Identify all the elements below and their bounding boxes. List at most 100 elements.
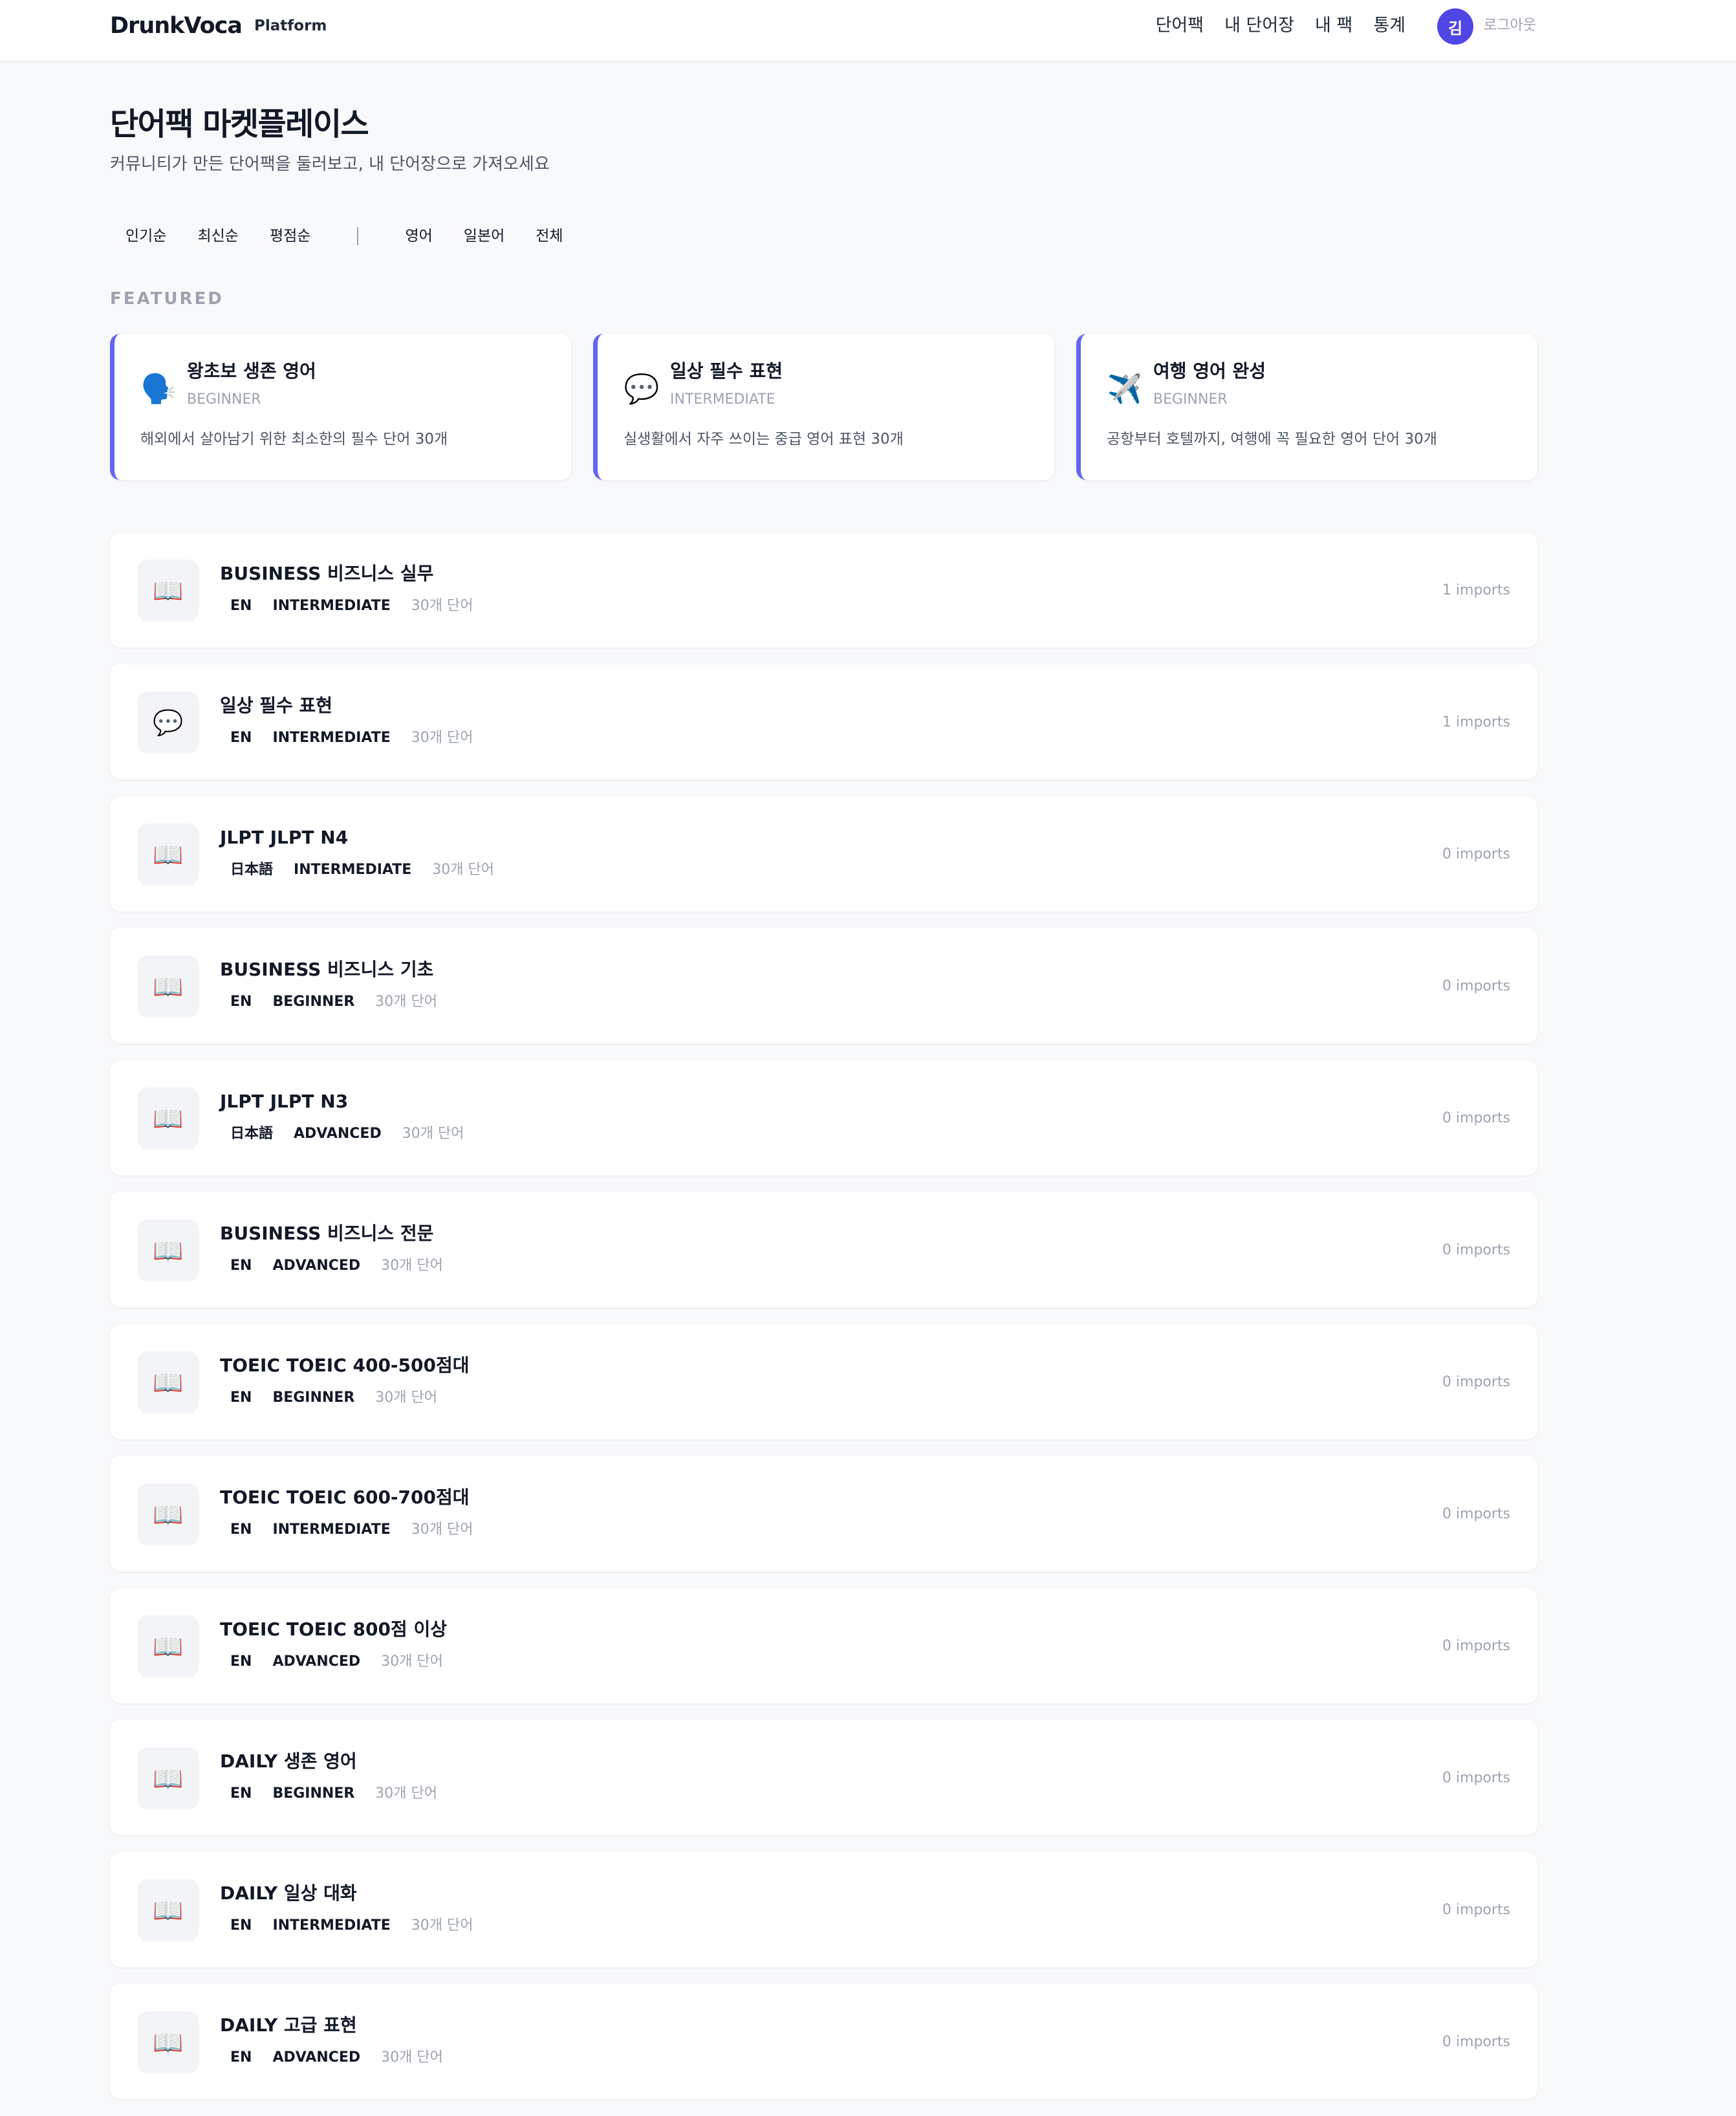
filter-divider	[357, 227, 359, 245]
pack-title: DAILY 일상 대화	[220, 1882, 357, 1904]
nav-item-packs[interactable]: 단어팩	[1156, 12, 1204, 40]
pack-meta: EN ADVANCED 30개 단어	[220, 1649, 443, 1675]
pack-title: DAILY 고급 표현	[220, 2014, 357, 2036]
pack-row[interactable]: 📖 JLPT JLPT N4 日本語 INTERMEDIATE 30개 단어 0…	[110, 796, 1537, 911]
pack-meta: EN INTERMEDIATE 30개 단어	[220, 1913, 473, 1939]
pack-import-count: 1 imports	[1442, 714, 1510, 730]
speech-bubble-icon: 💬	[137, 692, 199, 754]
pack-row[interactable]: 📖 BUSINESS 비즈니스 기초 EN BEGINNER 30개 단어 0 …	[110, 928, 1537, 1043]
pack-row[interactable]: 📖 BUSINESS 비즈니스 실무 EN INTERMEDIATE 30개 단…	[110, 532, 1537, 648]
nav-item-my-vocabulary[interactable]: 내 단어장	[1224, 12, 1294, 40]
nav-item-my-packs[interactable]: 내 팩	[1315, 12, 1352, 40]
featured-card[interactable]: 💬 일상 필수 표현 INTERMEDIATE 실생활에서 자주 쓰이는 중급 …	[593, 334, 1054, 480]
pack-word-count: 30개 단어	[402, 1126, 464, 1142]
page-subtitle: 커뮤니티가 만든 단어팩을 둘러보고, 내 단어장으로 가져오세요	[110, 155, 550, 174]
book-icon: 📖	[137, 1615, 199, 1677]
pack-import-count: 0 imports	[1442, 978, 1510, 994]
pack-title: 일상 필수 표현	[220, 695, 333, 716]
sort-latest[interactable]: 최신순	[182, 221, 254, 251]
pack-level-badge: ADVANCED	[272, 2049, 361, 2066]
featured-card-title: 왕초보 생존 영어	[187, 360, 316, 382]
brand-subtitle: Platform	[254, 17, 327, 34]
pack-word-count: 30개 단어	[375, 1785, 438, 1802]
top-navigation-bar: DrunkVoca Platform 단어팩 내 단어장 내 팩 통계 김 로그…	[0, 0, 1736, 62]
pack-import-count: 0 imports	[1442, 846, 1510, 862]
featured-card[interactable]: 🗣️ 왕초보 생존 영어 BEGINNER 해외에서 살아남기 위한 최소한의 …	[110, 334, 571, 480]
pack-meta: EN INTERMEDIATE 30개 단어	[220, 1517, 473, 1543]
pack-row[interactable]: 📖 TOEIC TOEIC 400-500점대 EN BEGINNER 30개 …	[110, 1324, 1537, 1439]
pack-level-badge: INTERMEDIATE	[272, 1522, 391, 1538]
logout-button[interactable]: 로그아웃	[1484, 14, 1536, 38]
speech-bubble-icon: 💬	[624, 373, 660, 406]
lang-filter-japanese[interactable]: 일본어	[448, 221, 520, 251]
pack-level-badge: ADVANCED	[294, 1126, 382, 1142]
pack-word-count: 30개 단어	[375, 1390, 438, 1406]
filter-bar: 인기순 최신순 평점순 영어 일본어 전체	[110, 221, 579, 251]
pack-row[interactable]: 📖 TOEIC TOEIC 800점 이상 EN ADVANCED 30개 단어…	[110, 1588, 1537, 1703]
pack-level-badge: INTERMEDIATE	[294, 862, 412, 878]
pack-level-badge: INTERMEDIATE	[272, 730, 391, 746]
pack-title: JLPT JLPT N3	[220, 1091, 349, 1112]
pack-word-count: 30개 단어	[411, 1917, 473, 1934]
pack-meta: EN BEGINNER 30개 단어	[220, 989, 437, 1015]
featured-card-description: 공항부터 호텔까지, 여행에 꼭 필요한 영어 단어 30개	[1107, 431, 1437, 448]
pack-word-count: 30개 단어	[381, 2049, 443, 2066]
pack-language-badge: EN	[230, 1785, 252, 1802]
book-icon: 📖	[137, 1351, 199, 1413]
pack-word-count: 30개 단어	[381, 1653, 443, 1670]
featured-cards: 🗣️ 왕초보 생존 영어 BEGINNER 해외에서 살아남기 위한 최소한의 …	[110, 334, 1537, 480]
pack-language-badge: EN	[230, 598, 252, 614]
book-icon: 📖	[137, 1483, 199, 1545]
pack-language-badge: 日本語	[230, 1126, 274, 1142]
pack-level-badge: BEGINNER	[272, 994, 355, 1010]
nav-item-stats[interactable]: 통계	[1373, 12, 1405, 40]
sort-popular[interactable]: 인기순	[110, 221, 182, 251]
brand-logo[interactable]: DrunkVoca	[110, 12, 243, 40]
featured-card-level: INTERMEDIATE	[670, 391, 776, 408]
pack-title: TOEIC TOEIC 400-500점대	[220, 1355, 470, 1376]
pack-import-count: 0 imports	[1442, 1506, 1510, 1522]
pack-import-count: 0 imports	[1442, 1902, 1510, 1918]
pack-title: BUSINESS 비즈니스 기초	[220, 959, 434, 980]
pack-title: BUSINESS 비즈니스 전문	[220, 1223, 434, 1244]
pack-row[interactable]: 📖 DAILY 일상 대화 EN INTERMEDIATE 30개 단어 0 i…	[110, 1852, 1537, 1967]
pack-row[interactable]: 📖 TOEIC TOEIC 600-700점대 EN INTERMEDIATE …	[110, 1456, 1537, 1571]
sort-rating[interactable]: 평점순	[254, 221, 326, 251]
pack-meta: EN BEGINNER 30개 단어	[220, 1781, 437, 1807]
book-icon: 📖	[137, 560, 199, 622]
pack-import-count: 0 imports	[1442, 1242, 1510, 1258]
book-icon: 📖	[137, 1747, 199, 1809]
pack-import-count: 0 imports	[1442, 2034, 1510, 2050]
lang-filter-english[interactable]: 영어	[389, 221, 448, 251]
pack-row[interactable]: 📖 DAILY 생존 영어 EN BEGINNER 30개 단어 0 impor…	[110, 1720, 1537, 1835]
featured-card-level: BEGINNER	[1153, 391, 1228, 408]
pack-word-count: 30개 단어	[411, 1522, 473, 1538]
pack-meta: 日本語 INTERMEDIATE 30개 단어	[220, 857, 494, 883]
book-icon: 📖	[137, 1879, 199, 1941]
pack-language-badge: EN	[230, 1653, 252, 1670]
pack-title: DAILY 생존 영어	[220, 1751, 357, 1772]
pack-language-badge: 日本語	[230, 862, 274, 878]
pack-row[interactable]: 📖 DAILY 고급 표현 EN ADVANCED 30개 단어 0 impor…	[110, 1984, 1537, 2099]
avatar[interactable]: 김	[1437, 8, 1473, 45]
pack-level-badge: INTERMEDIATE	[272, 598, 391, 614]
pack-row[interactable]: 📖 BUSINESS 비즈니스 전문 EN ADVANCED 30개 단어 0 …	[110, 1192, 1537, 1307]
pack-title: JLPT JLPT N4	[220, 827, 349, 848]
featured-card[interactable]: ✈️ 여행 영어 완성 BEGINNER 공항부터 호텔까지, 여행에 꼭 필요…	[1076, 334, 1537, 480]
featured-section-label: FEATURED	[110, 289, 224, 309]
pack-meta: 日本語 ADVANCED 30개 단어	[220, 1121, 464, 1147]
pack-meta: EN ADVANCED 30개 단어	[220, 1253, 443, 1279]
pack-list: 📖 BUSINESS 비즈니스 실무 EN INTERMEDIATE 30개 단…	[110, 532, 1537, 2116]
pack-row[interactable]: 📖 JLPT JLPT N3 日本語 ADVANCED 30개 단어 0 imp…	[110, 1060, 1537, 1175]
pack-title: TOEIC TOEIC 600-700점대	[220, 1487, 470, 1508]
pack-level-badge: ADVANCED	[272, 1258, 361, 1274]
pack-import-count: 0 imports	[1442, 1374, 1510, 1390]
airplane-icon: ✈️	[1107, 373, 1143, 406]
pack-level-badge: BEGINNER	[272, 1390, 355, 1406]
book-icon: 📖	[137, 1219, 199, 1282]
pack-level-badge: BEGINNER	[272, 1785, 355, 1802]
pack-meta: EN BEGINNER 30개 단어	[220, 1385, 437, 1411]
lang-filter-all[interactable]: 전체	[520, 221, 578, 251]
pack-row[interactable]: 💬 일상 필수 표현 EN INTERMEDIATE 30개 단어 1 impo…	[110, 664, 1537, 780]
pack-language-badge: EN	[230, 1917, 252, 1934]
